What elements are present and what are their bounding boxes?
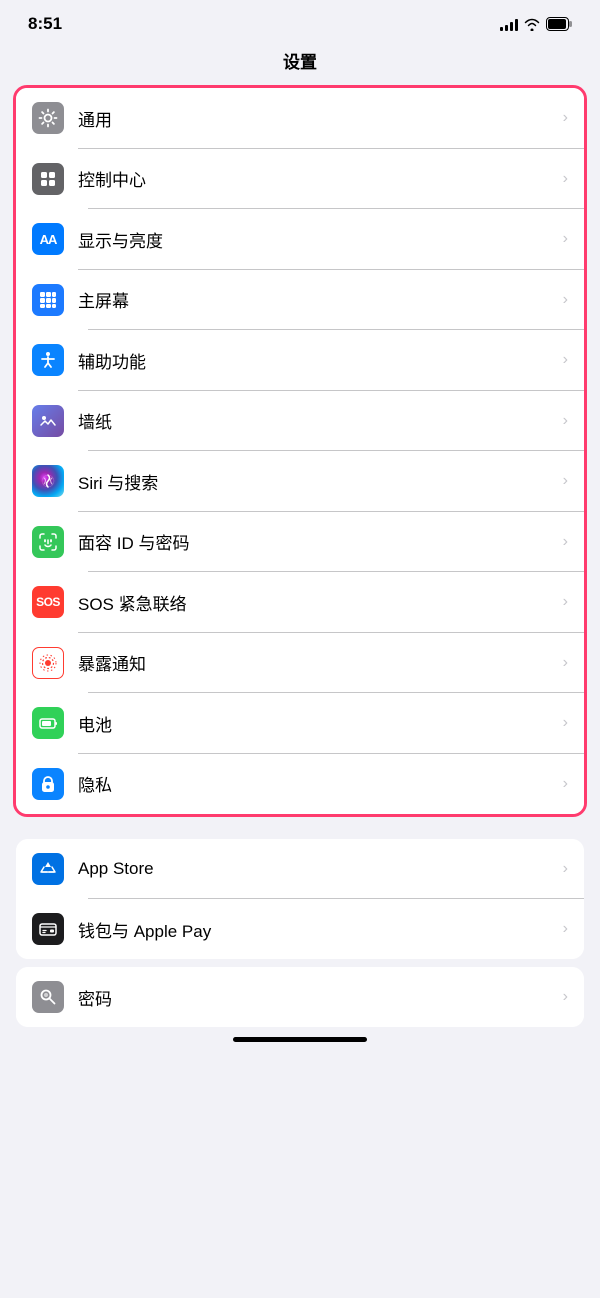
- control-center-icon: [32, 163, 64, 195]
- page-title: 设置: [0, 40, 600, 85]
- accessibility-icon: [32, 344, 64, 376]
- faceid-label: 面容 ID 与密码: [78, 529, 557, 554]
- control-center-label: 控制中心: [78, 166, 557, 191]
- wallpaper-icon: [32, 405, 64, 437]
- sos-icon: SOS: [32, 586, 64, 618]
- settings-row-display[interactable]: AA 显示与亮度 ›: [16, 209, 584, 269]
- general-chevron: ›: [563, 109, 568, 127]
- sos-label: SOS 紧急联络: [78, 590, 557, 615]
- settings-group-2: App Store › 钱包与 Apple Pay ›: [16, 839, 584, 960]
- home-screen-chevron: ›: [563, 291, 568, 309]
- faceid-chevron: ›: [563, 533, 568, 551]
- exposure-label: 暴露通知: [78, 650, 557, 675]
- settings-row-accessibility[interactable]: 辅助功能 ›: [16, 330, 584, 390]
- general-label: 通用: [78, 106, 557, 131]
- settings-row-home-screen[interactable]: 主屏幕 ›: [16, 270, 584, 330]
- privacy-chevron: ›: [563, 775, 568, 793]
- siri-icon: [32, 465, 64, 497]
- status-icons: [500, 17, 572, 31]
- battery-label: 电池: [78, 711, 557, 736]
- status-bar: 8:51: [0, 0, 600, 40]
- faceid-icon: [32, 526, 64, 558]
- wallet-label: 钱包与 Apple Pay: [78, 917, 557, 942]
- password-chevron: ›: [563, 988, 568, 1006]
- control-center-chevron: ›: [563, 170, 568, 188]
- display-label: 显示与亮度: [78, 227, 557, 252]
- settings-row-faceid[interactable]: 面容 ID 与密码 ›: [16, 512, 584, 572]
- settings-row-privacy[interactable]: 隐私 ›: [16, 754, 584, 814]
- settings-group-1: 通用 › 控制中心 › AA 显示与亮度 ›: [13, 85, 587, 817]
- display-chevron: ›: [563, 230, 568, 248]
- settings-row-appstore[interactable]: App Store ›: [16, 839, 584, 899]
- settings-row-wallet[interactable]: 钱包与 Apple Pay ›: [16, 899, 584, 959]
- exposure-icon: [32, 647, 64, 679]
- battery-icon: [546, 17, 572, 31]
- password-icon: [32, 981, 64, 1013]
- settings-row-control-center[interactable]: 控制中心 ›: [16, 149, 584, 209]
- siri-label: Siri 与搜索: [78, 469, 557, 494]
- appstore-icon: [32, 853, 64, 885]
- appstore-chevron: ›: [563, 860, 568, 878]
- home-screen-label: 主屏幕: [78, 287, 557, 312]
- settings-row-sos[interactable]: SOS SOS 紧急联络 ›: [16, 572, 584, 632]
- wallet-chevron: ›: [563, 920, 568, 938]
- display-icon: AA: [32, 223, 64, 255]
- wifi-icon: [524, 17, 540, 31]
- settings-row-wallpaper[interactable]: 墙纸 ›: [16, 391, 584, 451]
- settings-row-battery[interactable]: 电池 ›: [16, 693, 584, 753]
- general-icon: [32, 102, 64, 134]
- settings-row-password[interactable]: 密码 ›: [16, 967, 584, 1027]
- status-time: 8:51: [28, 14, 62, 34]
- home-indicator: [233, 1037, 367, 1042]
- sos-chevron: ›: [563, 593, 568, 611]
- accessibility-label: 辅助功能: [78, 348, 557, 373]
- home-screen-icon: [32, 284, 64, 316]
- settings-row-siri[interactable]: Siri 与搜索 ›: [16, 451, 584, 511]
- wallet-icon: [32, 913, 64, 945]
- wallpaper-label: 墙纸: [78, 408, 557, 433]
- settings-row-exposure[interactable]: 暴露通知 ›: [16, 633, 584, 693]
- battery-chevron: ›: [563, 714, 568, 732]
- settings-row-general[interactable]: 通用 ›: [16, 88, 584, 148]
- signal-icon: [500, 17, 518, 31]
- exposure-chevron: ›: [563, 654, 568, 672]
- siri-chevron: ›: [563, 472, 568, 490]
- privacy-icon: [32, 768, 64, 800]
- password-label: 密码: [78, 985, 557, 1010]
- privacy-label: 隐私: [78, 771, 557, 796]
- accessibility-chevron: ›: [563, 351, 568, 369]
- battery-row-icon: [32, 707, 64, 739]
- appstore-label: App Store: [78, 859, 557, 879]
- settings-group-3: 密码 ›: [16, 967, 584, 1027]
- wallpaper-chevron: ›: [563, 412, 568, 430]
